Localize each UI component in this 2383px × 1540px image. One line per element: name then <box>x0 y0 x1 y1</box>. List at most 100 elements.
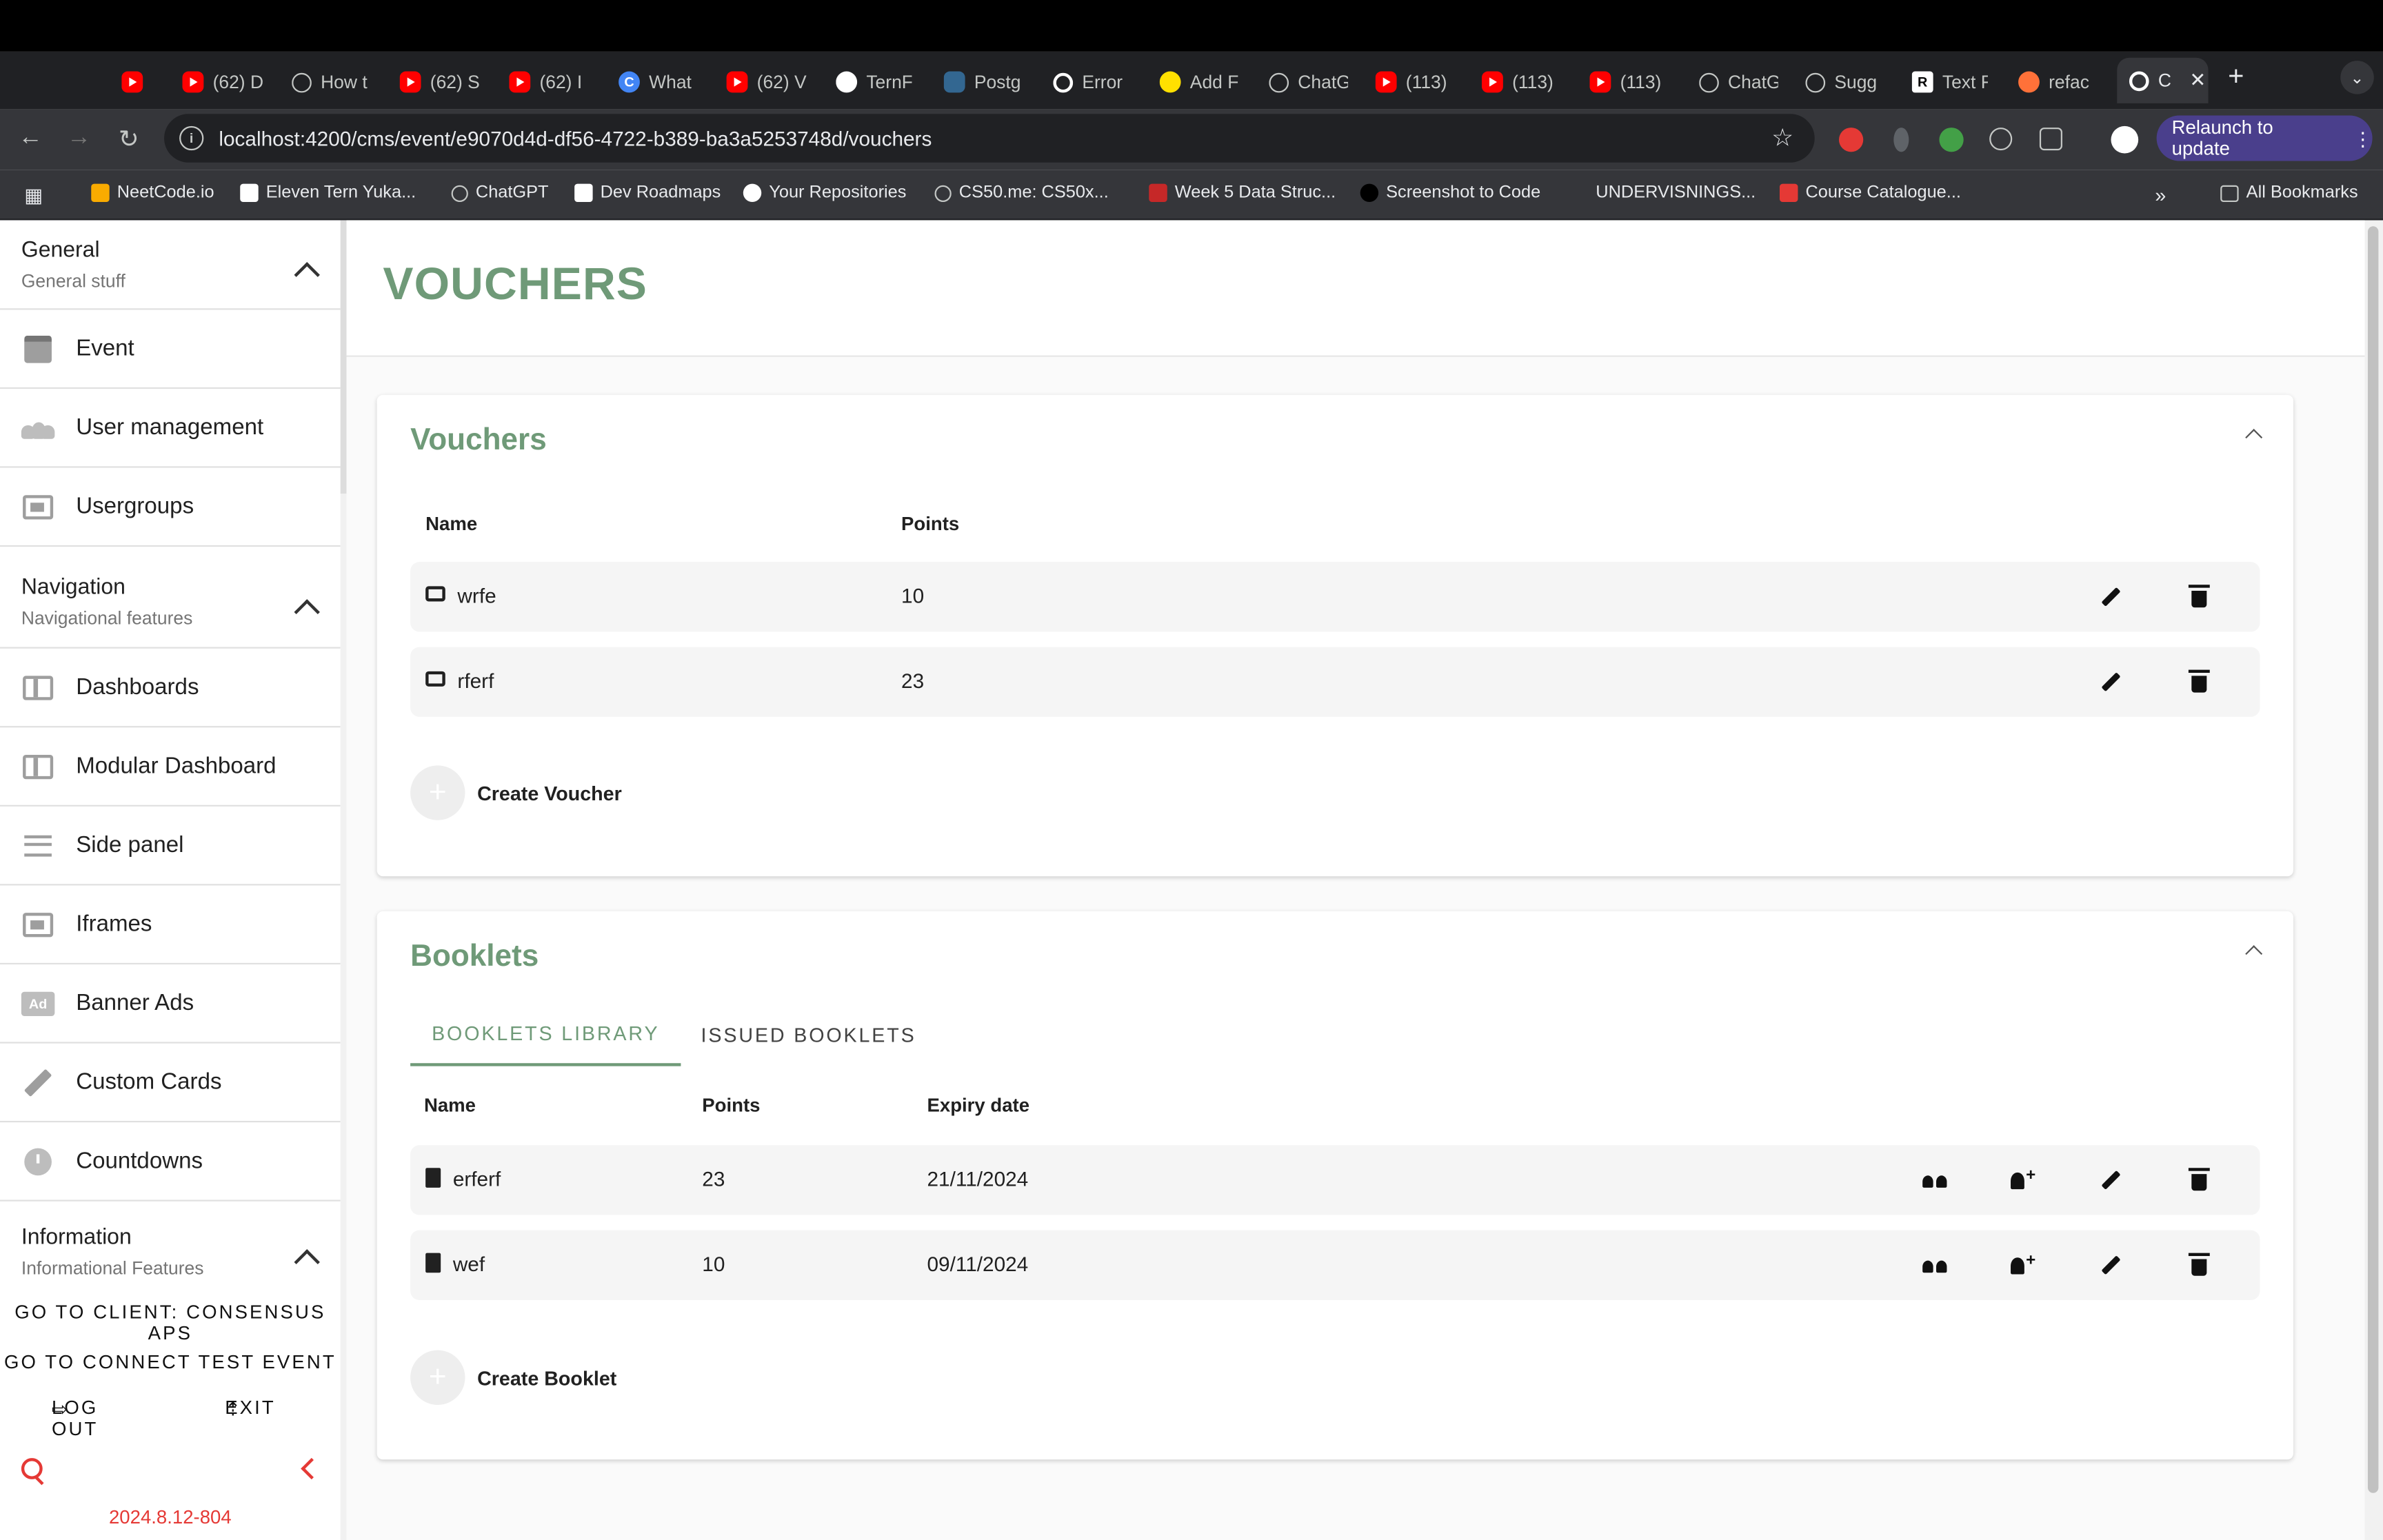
browser-tab[interactable]: (62) V <box>726 64 809 101</box>
section-header-navigation[interactable]: Navigation Navigational features <box>0 547 341 649</box>
group-icon[interactable] <box>1922 1253 1947 1277</box>
group-icon[interactable] <box>1922 1168 1947 1192</box>
sidebar-item-banner-ads[interactable]: Ad Banner Ads <box>0 964 341 1044</box>
sidebar-item-usergroups[interactable]: Usergroups <box>0 468 341 547</box>
browser-tab[interactable]: R Text F <box>1911 64 1988 101</box>
bookmark-favicon-icon <box>1360 183 1379 203</box>
table-row[interactable]: wrfe 10 <box>410 562 2260 632</box>
bookmark-item[interactable]: Week 5 Data Struc... <box>1149 183 1336 203</box>
browser-tab[interactable]: refac <box>2018 64 2094 101</box>
sidebar-item-modular-dashboard[interactable]: Modular Dashboard <box>0 727 341 807</box>
section-header-general[interactable]: General General stuff <box>0 220 341 310</box>
browser-tab[interactable]: Postg <box>943 64 1023 101</box>
back-icon[interactable]: ← <box>18 125 42 152</box>
edit-icon[interactable] <box>2099 1253 2123 1277</box>
react-icon[interactable] <box>1989 128 2013 151</box>
browser-tab[interactable]: Sugg <box>1805 64 1881 101</box>
sidebar-item-event[interactable]: Event <box>0 310 341 389</box>
browser-tab[interactable]: (62) D <box>182 64 264 101</box>
edit-icon[interactable] <box>2099 670 2123 694</box>
dashboard-icon <box>21 671 54 704</box>
more-bookmarks-icon[interactable]: » <box>2155 184 2166 207</box>
browser-tab[interactable]: C What <box>619 64 698 101</box>
browser-tab[interactable]: ChatG <box>1269 64 1348 101</box>
column-header-name: Name <box>423 1095 476 1117</box>
tab-issued-booklets[interactable]: ISSUED BOOKLETS <box>693 1002 924 1066</box>
chevron-up-icon[interactable] <box>294 262 320 288</box>
sidebar-item-custom-cards[interactable]: Custom Cards <box>0 1044 341 1123</box>
close-tab-icon[interactable]: ✕ <box>2189 68 2206 92</box>
person-add-icon[interactable] <box>2011 1251 2035 1277</box>
create-booklet-button[interactable]: + Create Booklet <box>410 1350 616 1405</box>
bookmark-item[interactable]: Dev Roadmaps <box>574 183 721 203</box>
sidebar-item-countdowns[interactable]: Countdowns <box>0 1122 341 1202</box>
sidebar-item-dashboards[interactable]: Dashboards <box>0 649 341 728</box>
bookmark-item[interactable]: NeetCode.io <box>91 183 214 203</box>
new-tab-icon[interactable]: + <box>2228 61 2244 92</box>
browser-tab[interactable]: (62) I <box>509 64 588 101</box>
site-info-icon[interactable]: i <box>179 125 204 151</box>
main-scrollbar[interactable] <box>2364 220 2383 1540</box>
tab-strip: (62) D How t (62) S (62) I C What (62) V … <box>0 51 2383 110</box>
search-icon[interactable] <box>21 1458 43 1479</box>
bookmark-item[interactable]: Eleven Tern Yuka... <box>240 183 416 203</box>
extension-icon[interactable] <box>1939 128 1964 152</box>
extension-icon[interactable] <box>1893 128 1909 152</box>
extension-icon[interactable] <box>1838 128 1864 152</box>
bookmark-item[interactable]: CS50.me: CS50x... <box>934 184 1109 202</box>
delete-icon[interactable] <box>2187 1168 2211 1192</box>
scrollbar-thumb[interactable] <box>340 220 347 494</box>
sidebar-item-side-panel[interactable]: Side panel <box>0 807 341 886</box>
bookmark-item[interactable]: Screenshot to Code <box>1360 183 1540 203</box>
tab-booklets-library[interactable]: BOOKLETS LIBRARY <box>410 1002 681 1066</box>
browser-tab-active[interactable]: C ✕ <box>2117 57 2209 103</box>
browser-tab[interactable] <box>121 64 158 101</box>
delete-icon[interactable] <box>2187 669 2211 694</box>
edit-icon[interactable] <box>2099 1168 2123 1192</box>
browser-tab[interactable]: Add F <box>1159 64 1238 101</box>
browser-tab[interactable]: Error <box>1053 64 1132 101</box>
scrollbar-thumb[interactable] <box>2367 226 2379 1493</box>
bookmark-item[interactable]: Your Repositories <box>743 183 906 203</box>
sidebar-item-user-management[interactable]: User management <box>0 389 341 468</box>
browser-tab[interactable]: (62) S <box>399 64 482 101</box>
sidebar-scrollbar[interactable] <box>340 220 347 1540</box>
delete-icon[interactable] <box>2187 1253 2211 1277</box>
chevron-up-icon[interactable] <box>2245 945 2263 963</box>
extensions-puzzle-icon[interactable] <box>2039 128 2062 151</box>
browser-tab[interactable]: How t <box>292 64 368 101</box>
chevron-up-icon[interactable] <box>294 599 320 625</box>
person-add-icon[interactable] <box>2011 1166 2035 1192</box>
go-to-event-link[interactable]: GO TO CONNECT TEST EVENT <box>0 1352 341 1373</box>
url-text: localhost:4200/cms/event/e9070d4d-df56-4… <box>219 126 932 150</box>
create-voucher-button[interactable]: + Create Voucher <box>410 765 622 820</box>
forward-icon[interactable]: → <box>67 125 91 152</box>
sidebar-item-iframes[interactable]: Iframes <box>0 885 341 965</box>
chevron-up-icon[interactable] <box>2245 429 2263 446</box>
browser-tab[interactable]: ChatG <box>1699 64 1778 101</box>
browser-tab[interactable]: (113) <box>1375 64 1458 101</box>
delete-icon[interactable] <box>2187 585 2211 609</box>
table-row[interactable]: erferf 23 21/11/2024 <box>410 1145 2260 1215</box>
url-bar[interactable]: i localhost:4200/cms/event/e9070d4d-df56… <box>164 114 1815 163</box>
reload-icon[interactable]: ↻ <box>119 125 139 155</box>
bookmark-item[interactable]: UNDERVISNINGS... <box>1596 184 1756 202</box>
bookmark-item[interactable]: Course Catalogue... <box>1780 183 1961 203</box>
apps-grid-icon[interactable]: ▦ <box>24 184 43 208</box>
browser-tab[interactable]: (113) <box>1481 64 1564 101</box>
profile-avatar[interactable] <box>2111 125 2139 154</box>
more-menu-icon[interactable]: ⋮ <box>2353 127 2373 150</box>
tab-search-icon[interactable]: ⌄ <box>2340 61 2374 94</box>
bookmark-star-icon[interactable]: ☆ <box>1771 123 1793 153</box>
table-row[interactable]: wef 10 09/11/2024 <box>410 1230 2260 1300</box>
chevron-up-icon[interactable] <box>294 1249 320 1275</box>
all-bookmarks-button[interactable]: All Bookmarks <box>2220 184 2358 202</box>
browser-tab[interactable]: (113) <box>1589 64 1671 101</box>
relaunch-button[interactable]: Relaunch to update ⋮ <box>2156 115 2373 161</box>
section-header-information[interactable]: Information Informational Features <box>0 1202 341 1284</box>
edit-icon[interactable] <box>2099 585 2123 609</box>
browser-tab[interactable]: TernF <box>836 64 912 101</box>
table-row[interactable]: rferf 23 <box>410 647 2260 717</box>
bookmark-item[interactable]: ChatGPT <box>451 184 549 202</box>
go-to-client-link[interactable]: GO TO CLIENT: CONSENSUS APS <box>0 1301 341 1344</box>
